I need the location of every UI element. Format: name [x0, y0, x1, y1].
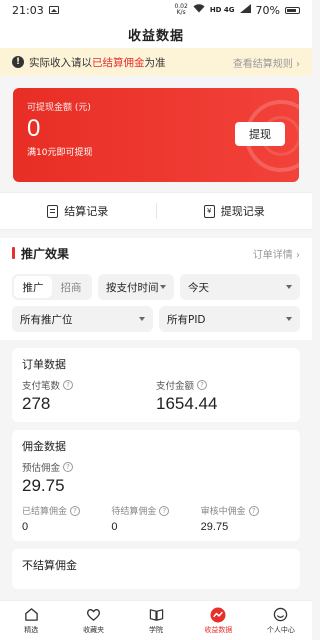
help-icon[interactable]: ? [159, 505, 170, 516]
battery-level: 70% [255, 3, 280, 17]
wifi-icon [193, 4, 205, 16]
payment-count-label: 支付笔数 [22, 381, 61, 392]
notice-bar: ! 实际收入请以已结算佣金为准 查看结算规则 › [0, 48, 312, 76]
home-icon [23, 607, 39, 623]
segment-promote[interactable]: 推广 [14, 276, 52, 298]
bottom-tab-bar: 精选 收藏夹 学院 收益数据 个人中心 [0, 600, 312, 640]
time-mode-value: 按支付时间 [106, 281, 159, 294]
image-notification-icon [48, 6, 59, 14]
help-icon[interactable]: ? [63, 380, 74, 390]
notice-text: 实际收入请以已结算佣金为准 [29, 56, 166, 69]
settlement-rules-link[interactable]: 查看结算规则 › [233, 55, 300, 70]
caret-down-icon [139, 317, 145, 321]
balance-card: 可提现金额 (元) 0 满10元即可提现 提现 [13, 88, 299, 182]
status-time: 21:03 [12, 3, 44, 17]
network-label: HD 4G [209, 6, 235, 14]
signal-icon [239, 4, 251, 16]
tab-profile[interactable]: 个人中心 [250, 601, 312, 640]
promo-position-value: 所有推广位 [20, 313, 73, 326]
order-details-link[interactable]: 订单详情 › [253, 246, 300, 261]
status-bar: 21:03 0.02 K/s HD 4G 70% [0, 0, 312, 20]
tab-favorites[interactable]: 收藏夹 [62, 601, 124, 640]
pending-commission-value: 0 [111, 521, 118, 533]
time-mode-dropdown[interactable]: 按支付时间 [98, 274, 174, 300]
tab-label: 个人中心 [266, 625, 295, 634]
heart-icon [86, 607, 102, 623]
tab-label: 精选 [24, 625, 39, 634]
tab-academy[interactable]: 学院 [125, 601, 187, 640]
review-commission-label: 审核中佣金 [200, 507, 246, 517]
help-icon[interactable]: ? [63, 462, 74, 472]
settled-commission-label: 已结算佣金 [22, 507, 68, 517]
earnings-icon [210, 607, 226, 623]
promo-section-header: 推广效果 订单详情 › [0, 238, 312, 268]
battery-icon [285, 6, 300, 14]
estimated-commission-label: 预估佣金 [22, 463, 61, 474]
yen-document-icon: ¥ [203, 204, 215, 218]
balance-label: 可提现金额 (元) [27, 103, 91, 113]
pid-value: 所有PID [167, 313, 206, 326]
help-icon[interactable]: ? [70, 505, 81, 516]
payment-amount-value: 1654.44 [156, 394, 218, 413]
pending-commission-label: 待结算佣金 [111, 507, 157, 517]
withdraw-records-label: 提现记录 [220, 205, 265, 218]
tab-label: 收益数据 [204, 625, 233, 634]
date-range-value: 今天 [188, 281, 209, 294]
help-icon[interactable]: ? [197, 380, 208, 390]
settlement-records-button[interactable]: 结算记录 [0, 203, 156, 219]
caret-down-icon [286, 285, 292, 289]
settled-commission-value: 0 [22, 521, 29, 533]
withdraw-records-button[interactable]: ¥ 提现记录 [157, 203, 313, 219]
unsettled-commission-title: 不结算佣金 [22, 559, 77, 572]
estimated-commission-value: 29.75 [22, 476, 65, 495]
commission-data-card: 佣金数据 预估佣金? 29.75 已结算佣金? 0 待结算佣金? 0 审核中佣金… [12, 430, 300, 541]
payment-count-value: 278 [22, 394, 51, 413]
commission-data-title: 佣金数据 [22, 440, 66, 453]
help-icon[interactable]: ? [248, 505, 259, 516]
payment-amount-label: 支付金额 [156, 381, 195, 392]
promo-title: 推广效果 [21, 246, 70, 261]
order-data-card: 订单数据 支付笔数? 278 支付金额? 1654.44 [12, 348, 300, 422]
smile-icon [273, 607, 289, 623]
section-accent-bar [12, 247, 15, 259]
tab-label: 收藏夹 [83, 625, 105, 634]
filters: 推广 招商 按支付时间 今天 所有推广位 所有PID [0, 268, 312, 340]
tab-label: 学院 [149, 625, 164, 634]
type-segmented-control: 推广 招商 [12, 274, 92, 300]
page-title: 收益数据 [0, 20, 312, 48]
book-icon [148, 607, 164, 623]
warning-icon: ! [12, 56, 24, 68]
order-data-title: 订单数据 [22, 358, 66, 371]
segment-merchant[interactable]: 招商 [52, 276, 90, 298]
withdraw-button[interactable]: 提现 [235, 122, 285, 146]
notice-highlight: 已结算佣金 [92, 56, 145, 69]
caret-down-icon [160, 285, 166, 289]
unsettled-commission-card: 不结算佣金 [12, 549, 300, 589]
tab-earnings[interactable]: 收益数据 [187, 601, 249, 640]
settlement-records-label: 结算记录 [64, 205, 109, 218]
document-icon [47, 204, 59, 218]
date-range-dropdown[interactable]: 今天 [180, 274, 300, 300]
review-commission-value: 29.75 [200, 521, 229, 533]
tab-featured[interactable]: 精选 [0, 601, 62, 640]
records-row: 结算记录 ¥ 提现记录 [0, 192, 312, 230]
pid-dropdown[interactable]: 所有PID [159, 306, 300, 332]
network-speed: 0.02 K/s [174, 3, 188, 16]
promo-position-dropdown[interactable]: 所有推广位 [12, 306, 153, 332]
caret-down-icon [286, 317, 292, 321]
